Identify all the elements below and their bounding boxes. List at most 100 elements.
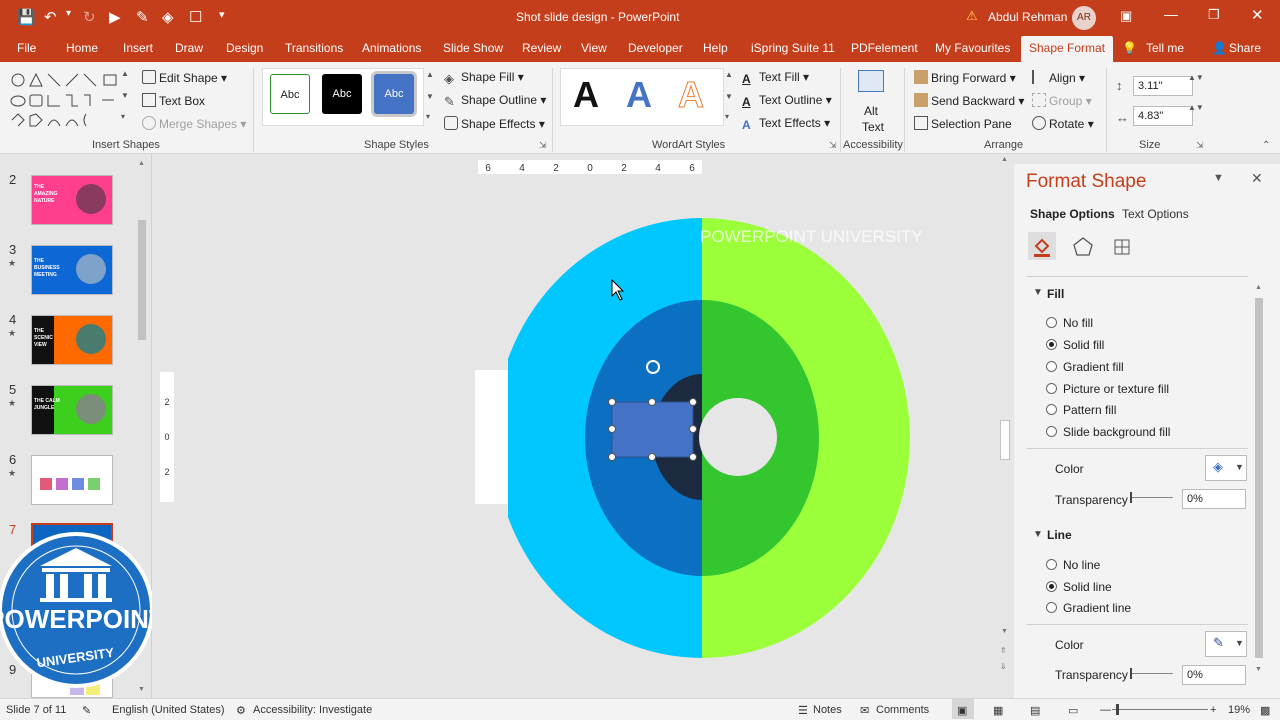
styles-up-icon[interactable]: ▲ xyxy=(426,70,434,79)
radio-no-line[interactable]: No line xyxy=(1046,558,1100,572)
selected-rectangle-shape[interactable] xyxy=(611,401,694,458)
slide-thumbnail-4[interactable]: THE SCENIC VIEW xyxy=(31,315,113,365)
close-icon[interactable]: ✕ xyxy=(1251,6,1264,24)
shape-fill-button[interactable]: ◈ Shape Fill ▾ xyxy=(444,70,524,86)
slideshow-view-icon[interactable]: ▭ xyxy=(1068,704,1078,717)
scroll-down-icon[interactable]: ▼ xyxy=(1001,628,1008,635)
tab-help[interactable]: Help xyxy=(703,41,728,55)
radio-no-fill[interactable]: No fill xyxy=(1046,316,1093,330)
zoom-level[interactable]: 19% xyxy=(1228,704,1250,716)
line-section-header[interactable]: Line xyxy=(1047,528,1072,542)
collapse-line-icon[interactable]: ▼ xyxy=(1033,529,1043,540)
wordart-up-icon[interactable]: ▲ xyxy=(725,70,733,79)
tab-file[interactable]: File xyxy=(17,41,36,55)
collapse-ribbon-icon[interactable]: ⌃ xyxy=(1262,140,1270,151)
pane-scrollbar[interactable]: ▲ ▼ xyxy=(1253,284,1265,680)
slide-thumbnail-6[interactable] xyxy=(31,455,113,505)
gallery-more-icon[interactable]: ▾ xyxy=(121,112,125,121)
radio-slide-background-fill[interactable]: Slide background fill xyxy=(1046,425,1170,439)
pane-close-icon[interactable]: ✕ xyxy=(1251,170,1263,187)
alt-text-button[interactable]: Alt Text xyxy=(856,68,888,134)
effects-icon[interactable] xyxy=(1072,236,1094,258)
start-slideshow-icon[interactable]: ▶ xyxy=(109,8,121,26)
fill-transparency-slider[interactable] xyxy=(1131,497,1173,498)
radio-gradient-fill[interactable]: Gradient fill xyxy=(1046,360,1124,374)
rotate-button[interactable]: Rotate ▾ xyxy=(1032,116,1094,131)
tab-review[interactable]: Review xyxy=(522,41,561,55)
zoom-out-icon[interactable]: — xyxy=(1100,704,1111,716)
scroll-down-icon[interactable]: ▼ xyxy=(1255,666,1262,673)
radio-solid-fill[interactable]: Solid fill xyxy=(1046,338,1104,352)
slide-sorter-icon[interactable]: ▦ xyxy=(993,704,1003,717)
minimize-icon[interactable]: — xyxy=(1164,6,1178,22)
previous-slide-icon[interactable]: ⇑ xyxy=(1000,646,1007,655)
canvas-scrollbar[interactable]: ▲ ▼ ⇑ ⇓ xyxy=(998,156,1012,678)
avatar[interactable]: AR xyxy=(1072,6,1096,30)
scroll-up-icon[interactable]: ▲ xyxy=(138,160,145,167)
user-name[interactable]: Abdul Rehman xyxy=(988,10,1067,24)
format-painter-icon[interactable]: ✎ xyxy=(136,8,149,26)
fit-to-window-icon[interactable]: ▩ xyxy=(1260,704,1270,717)
shape-style-outline-green[interactable]: Abc xyxy=(270,74,310,114)
dialog-launcher-icon[interactable]: ⇲ xyxy=(829,140,837,151)
fill-section-header[interactable]: Fill xyxy=(1047,287,1064,301)
align-button[interactable]: Align ▾ xyxy=(1032,70,1085,85)
tab-insert[interactable]: Insert xyxy=(123,41,153,55)
zoom-slider[interactable] xyxy=(1112,709,1208,710)
text-fill-button[interactable]: A Text Fill ▾ xyxy=(742,70,809,86)
fill-transparency-input[interactable]: 0% xyxy=(1182,489,1246,509)
comments-button[interactable]: Comments xyxy=(876,704,929,716)
line-transparency-input[interactable]: 0% xyxy=(1182,665,1246,685)
tab-transitions[interactable]: Transitions xyxy=(285,41,343,55)
dialog-launcher-icon[interactable]: ⇲ xyxy=(1196,140,1204,151)
fill-color-picker[interactable]: ◈ ▼ xyxy=(1205,455,1247,481)
shape-effects-button[interactable]: Shape Effects ▾ xyxy=(444,116,545,131)
wordart-style-orange-outline[interactable]: A xyxy=(678,74,705,116)
shape-width-input[interactable]: 4.83" xyxy=(1133,106,1193,126)
gallery-up-icon[interactable]: ▲ xyxy=(121,69,129,78)
tab-ispring-suite[interactable]: iSpring Suite 11 xyxy=(751,41,835,55)
scrollbar-thumb[interactable] xyxy=(1000,420,1010,460)
zoom-slider-thumb[interactable] xyxy=(1116,704,1119,715)
shape-style-blue[interactable]: Abc xyxy=(374,74,414,114)
group-button[interactable]: Group ▾ xyxy=(1032,93,1092,108)
text-box-button[interactable]: Text Box xyxy=(142,93,205,108)
radio-solid-line[interactable]: Solid line xyxy=(1046,580,1112,594)
slide-thumbnail-3[interactable]: THE BUSINESS MEETING xyxy=(31,245,113,295)
wordart-style-black[interactable]: A xyxy=(573,74,599,116)
text-outline-button[interactable]: A Text Outline ▾ xyxy=(742,93,832,109)
tab-pdfelement[interactable]: PDFelement xyxy=(851,41,918,55)
wordart-style-blue[interactable]: A xyxy=(626,74,652,116)
scrollbar-thumb[interactable] xyxy=(1255,298,1263,658)
scroll-up-icon[interactable]: ▲ xyxy=(1255,284,1262,291)
gallery-down-icon[interactable]: ▼ xyxy=(121,91,129,100)
notes-button[interactable]: Notes xyxy=(813,704,842,716)
scrollbar-thumb[interactable] xyxy=(138,220,146,340)
radio-gradient-line[interactable]: Gradient line xyxy=(1046,601,1131,615)
fill-and-line-tab[interactable] xyxy=(1028,232,1056,260)
styles-more-icon[interactable]: ▾ xyxy=(426,112,430,121)
scroll-up-icon[interactable]: ▲ xyxy=(1001,156,1008,163)
tell-me-search[interactable]: Tell me xyxy=(1146,41,1184,55)
next-slide-icon[interactable]: ⇓ xyxy=(1000,662,1007,671)
accessibility-status[interactable]: Accessibility: Investigate xyxy=(253,704,372,716)
width-spinner-icon[interactable]: ▲▼ xyxy=(1188,103,1204,112)
tab-developer[interactable]: Developer xyxy=(628,41,683,55)
tab-design[interactable]: Design xyxy=(226,41,263,55)
slide-thumbnail-5[interactable]: THE CALM JUNGLE xyxy=(31,385,113,435)
selection-pane-button[interactable]: Selection Pane xyxy=(914,116,1012,131)
radio-pattern-fill[interactable]: Pattern fill xyxy=(1046,403,1116,417)
tab-text-options[interactable]: Text Options xyxy=(1122,207,1189,221)
pane-options-dropdown-icon[interactable]: ▼ xyxy=(1213,172,1224,184)
wordart-more-icon[interactable]: ▾ xyxy=(725,112,729,121)
tab-view[interactable]: View xyxy=(581,41,607,55)
dialog-launcher-icon[interactable]: ⇲ xyxy=(539,140,547,151)
undo-icon[interactable]: ↶ xyxy=(44,8,57,26)
undo-dropdown-icon[interactable]: ▾ xyxy=(66,8,71,19)
tab-animations[interactable]: Animations xyxy=(362,41,421,55)
merge-shapes-button[interactable]: Merge Shapes ▾ xyxy=(142,116,246,131)
tab-draw[interactable]: Draw xyxy=(175,41,203,55)
tab-slide-show[interactable]: Slide Show xyxy=(443,41,503,55)
tab-shape-format[interactable]: Shape Format xyxy=(1021,36,1114,62)
shape-outline-button[interactable]: ✎ Shape Outline ▾ xyxy=(444,93,546,109)
